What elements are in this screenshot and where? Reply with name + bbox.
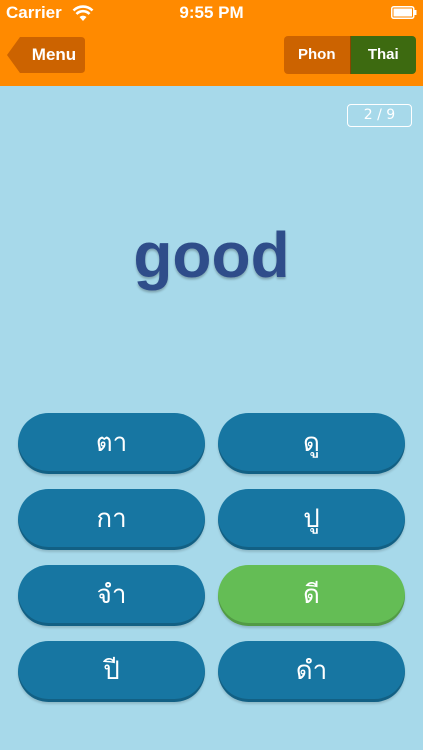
answer-button[interactable]: ปู bbox=[218, 489, 405, 550]
nav-bar: Menu Phon Thai bbox=[0, 26, 423, 86]
quiz-word: good bbox=[133, 219, 290, 291]
answer-button-correct[interactable]: ดี bbox=[218, 565, 405, 626]
answer-button[interactable]: ดู bbox=[218, 413, 405, 474]
answer-button[interactable]: ดำ bbox=[218, 641, 405, 702]
segment-phon[interactable]: Phon bbox=[284, 36, 351, 74]
language-toggle: Phon Thai bbox=[284, 36, 416, 74]
progress-counter: 2 / 9 bbox=[347, 104, 412, 127]
status-bar: Carrier 9:55 PM bbox=[0, 0, 423, 26]
menu-button-label: Menu bbox=[31, 45, 77, 64]
answer-button[interactable]: กา bbox=[18, 489, 205, 550]
segment-thai[interactable]: Thai bbox=[350, 36, 416, 74]
answer-button[interactable]: จำ bbox=[18, 565, 205, 626]
clock: 9:55 PM bbox=[179, 3, 244, 22]
menu-button[interactable]: Menu bbox=[6, 36, 86, 74]
battery-icon bbox=[391, 6, 417, 19]
answer-button[interactable]: ตา bbox=[18, 413, 205, 474]
answer-button[interactable]: ปี bbox=[18, 641, 205, 702]
